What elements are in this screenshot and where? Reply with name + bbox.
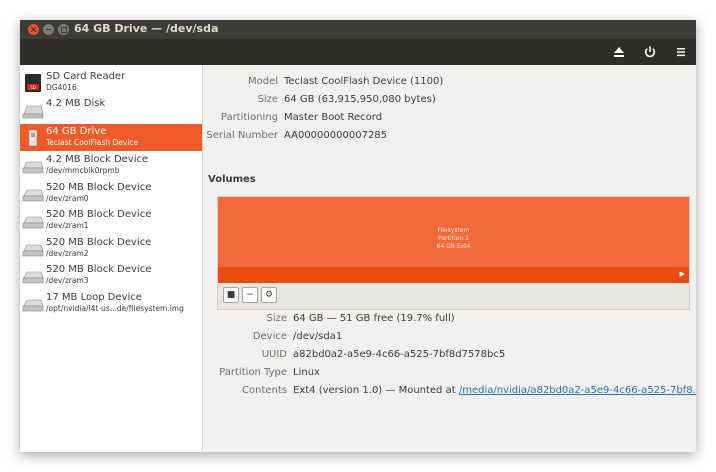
partition-filesystem-label: Filesystem: [437, 227, 470, 234]
svg-text:SD: SD: [30, 85, 36, 90]
device-name: 4.2 MB Block Device: [46, 154, 149, 165]
uuid-label: UUID: [261, 349, 287, 360]
partition-1-block[interactable]: Filesystem Partition 1 64 GB Ext4: [218, 197, 689, 267]
window-title: 64 GB Drive — /dev/sda: [74, 22, 219, 35]
device-item-zram2[interactable]: 520 MB Block Device /dev/zram2: [20, 235, 202, 262]
device-item-4-2mb-disk[interactable]: 4.2 MB Disk: [20, 96, 202, 123]
device-subtitle: /dev/zram0: [46, 194, 89, 203]
minimize-window-button[interactable]: [43, 24, 54, 35]
play-arrow-icon: ▶: [679, 270, 685, 278]
block-device-icon: [22, 299, 44, 312]
partition-size-label: Size: [266, 313, 287, 324]
device-item-zram3[interactable]: 520 MB Block Device /dev/zram3: [20, 262, 202, 289]
delete-partition-button[interactable]: −: [242, 287, 258, 303]
partition-type-value: Linux: [293, 367, 320, 378]
device-name: 520 MB Block Device: [46, 182, 152, 193]
device-name: SD Card Reader: [46, 71, 126, 82]
volume-toolbar: ■ − ⚙: [217, 283, 690, 310]
partition-settings-button[interactable]: ⚙: [261, 287, 277, 303]
device-item-sd-card-reader[interactable]: SD SD Card Reader DG4016: [20, 69, 202, 96]
partition-number-label: Partition 1: [438, 235, 469, 242]
mount-point-link[interactable]: /media/nvidia/a82bd0a2-a5e9-4c66-a525-7b…: [459, 385, 696, 396]
device-subtitle: /opt/nvidia/l4t-us...de/filesystem.img: [46, 304, 184, 313]
partition-size-value: 64 GB — 51 GB free (19.7% full): [293, 313, 455, 324]
block-device-icon: [22, 189, 44, 202]
size-value: 64 GB (63,915,950,080 bytes): [284, 94, 436, 105]
size-label: Size: [257, 94, 278, 105]
serial-number-label: Serial Number: [206, 130, 278, 141]
device-name: 520 MB Block Device: [46, 237, 152, 248]
partitioning-label: Partitioning: [220, 112, 278, 123]
contents-text: Ext4 (version 1.0) — Mounted at: [293, 385, 459, 396]
stop-icon: ■: [226, 290, 236, 300]
device-label: Device: [252, 331, 287, 342]
unmount-button[interactable]: ■: [223, 287, 239, 303]
disks-window: 64 GB Drive — /dev/sda SD SD Card Reader…: [20, 20, 696, 452]
block-device-icon: [22, 244, 44, 257]
drive-details: Model Teclast CoolFlash Device (1100) Si…: [203, 65, 696, 452]
device-subtitle: Teclast CoolFlash Device: [46, 138, 139, 147]
device-name: 4.2 MB Disk: [46, 98, 106, 109]
model-label: Model: [247, 76, 278, 87]
device-subtitle: /dev/zram3: [46, 276, 89, 285]
device-name: 17 MB Loop Device: [46, 292, 142, 303]
title-bar: 64 GB Drive — /dev/sda: [20, 20, 696, 39]
header-toolbar: [20, 39, 696, 65]
device-item-zram0[interactable]: 520 MB Block Device /dev/zram0: [20, 180, 202, 207]
device-value: /dev/sda1: [293, 331, 343, 342]
gears-icon: ⚙: [264, 290, 274, 300]
serial-number-value: AA00000000007285: [284, 130, 388, 141]
power-icon: [644, 46, 656, 58]
disk-icon: [22, 105, 44, 119]
model-value: Teclast CoolFlash Device (1100): [284, 76, 444, 87]
block-device-icon: [22, 271, 44, 284]
block-device-icon: [22, 161, 44, 174]
eject-icon: [614, 47, 624, 57]
device-item-64gb-drive[interactable]: 64 GB Drive Teclast CoolFlash Device: [20, 124, 202, 151]
block-device-icon: [22, 216, 44, 229]
device-name: 520 MB Block Device: [46, 209, 152, 220]
contents-value: Ext4 (version 1.0) — Mounted at /media/n…: [293, 385, 696, 396]
contents-label: Contents: [242, 385, 287, 396]
device-subtitle: /dev/mmcblk0rpmb: [46, 166, 120, 175]
device-item-loop-device[interactable]: 17 MB Loop Device /opt/nvidia/l4t-us...d…: [20, 290, 202, 317]
device-subtitle: /dev/zram1: [46, 221, 89, 230]
power-off-button[interactable]: [638, 42, 662, 62]
volumes-heading: Volumes: [208, 174, 256, 185]
partition-type-label: Partition Type: [219, 367, 287, 378]
eject-button[interactable]: [607, 42, 631, 62]
partition-size-label: 64 GB Ext4: [436, 243, 471, 250]
volume-graphic: Filesystem Partition 1 64 GB Ext4 ▶: [217, 196, 690, 284]
uuid-value: a82bd0a2-a5e9-4c66-a525-7bf8d7578bc5: [293, 349, 506, 360]
device-name: 64 GB Drive: [46, 126, 107, 137]
device-name: 520 MB Block Device: [46, 264, 152, 275]
close-window-button[interactable]: [28, 24, 39, 35]
hamburger-menu-icon: [677, 48, 685, 57]
menu-button[interactable]: [669, 42, 693, 62]
usb-drive-icon: [28, 129, 38, 147]
partitioning-value: Master Boot Record: [284, 112, 383, 123]
maximize-window-button[interactable]: [58, 24, 69, 35]
device-subtitle: /dev/zram2: [46, 249, 89, 258]
device-list: SD SD Card Reader DG4016 4.2 MB Disk 64 …: [20, 65, 203, 452]
device-item-mmcblk0rpmb[interactable]: 4.2 MB Block Device /dev/mmcblk0rpmb: [20, 152, 202, 179]
minus-icon: −: [246, 290, 254, 300]
device-item-zram1[interactable]: 520 MB Block Device /dev/zram1: [20, 207, 202, 234]
partition-selection-strip[interactable]: ▶: [218, 267, 689, 283]
device-subtitle: DG4016: [46, 83, 77, 92]
sd-card-icon: SD: [25, 74, 41, 92]
